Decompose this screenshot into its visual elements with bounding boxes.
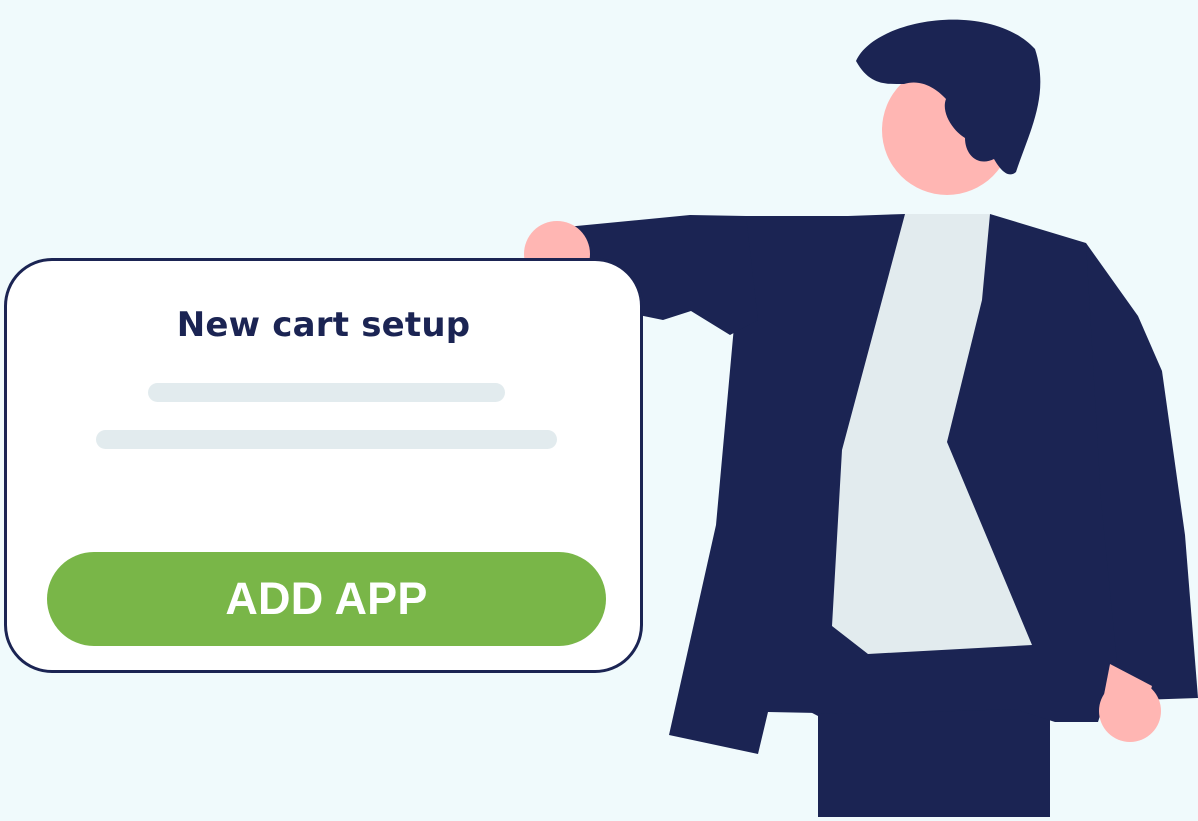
placeholder-line-long [96,430,557,449]
add-app-button[interactable]: ADD APP [47,552,606,646]
placeholder-line-short [148,383,505,402]
card-title: New cart setup [176,305,471,345]
cart-setup-card: New cart setup ADD APP [4,258,643,673]
